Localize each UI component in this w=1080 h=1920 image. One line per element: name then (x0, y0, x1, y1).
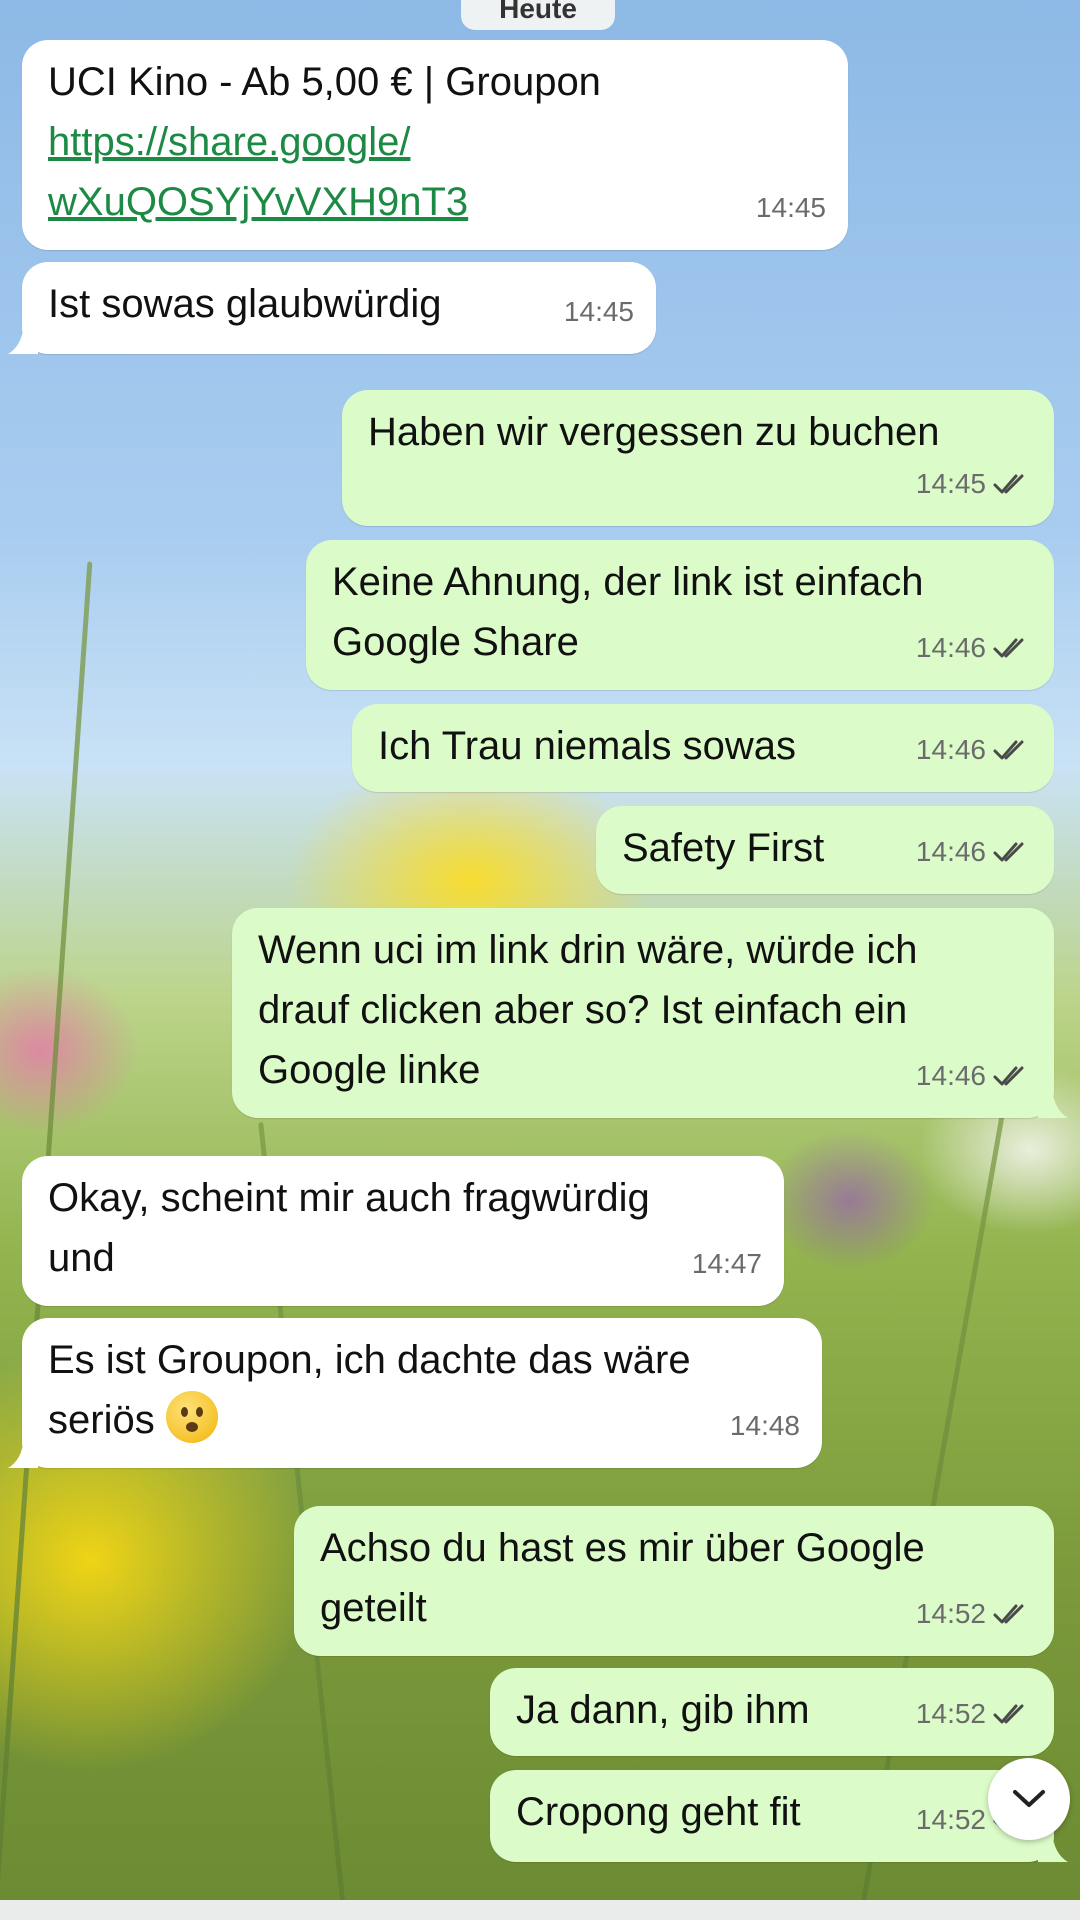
message-text: Okay, scheint mir auch fragwürdig und (48, 1176, 650, 1280)
input-bar-edge (0, 1900, 1080, 1920)
message-outgoing[interactable]: Wenn uci im link drin wäre, würde ich dr… (232, 908, 1068, 1118)
chevron-down-icon (1013, 1790, 1045, 1807)
message-outgoing[interactable]: Safety First 14:46 (596, 806, 1054, 894)
message-meta: 14:45 (756, 178, 826, 238)
read-ticks-icon (993, 1704, 1024, 1724)
message-incoming[interactable]: Okay, scheint mir auch fragwürdig und 14… (22, 1156, 784, 1306)
message-incoming[interactable]: UCI Kino - Ab 5,00 € | Groupon https://s… (22, 40, 848, 250)
message-meta: 14:47 (692, 1234, 762, 1294)
read-ticks-icon (993, 474, 1024, 494)
message-time: 14:46 (915, 836, 986, 867)
read-ticks-icon (993, 638, 1024, 658)
message-outgoing[interactable]: Ja dann, gib ihm 14:52 (490, 1668, 1054, 1756)
read-ticks-icon (993, 740, 1024, 760)
message-incoming[interactable]: Ist sowas glaubwürdig 14:45 (8, 262, 656, 354)
read-ticks-icon (993, 842, 1024, 862)
message-time: 14:48 (729, 1410, 800, 1441)
message-meta: 14:45 (564, 282, 634, 342)
message-meta: 14:45 (916, 454, 1032, 514)
message-time: 14:46 (915, 632, 986, 663)
message-meta: 14:46 (916, 822, 1032, 882)
message-meta: 14:48 (730, 1396, 800, 1456)
message-incoming[interactable]: Es ist Groupon, ich dachte das wäre seri… (8, 1318, 822, 1468)
message-meta: 14:46 (916, 1046, 1032, 1106)
message-time: 14:45 (915, 468, 986, 499)
message-outgoing[interactable]: Achso du hast es mir über Google geteilt… (294, 1506, 1054, 1656)
message-time: 14:52 (915, 1698, 986, 1729)
message-outgoing[interactable]: Keine Ahnung, der link ist einfach Googl… (306, 540, 1054, 690)
message-link[interactable]: https://share.google/ wXuQOSYjYvVXH9nT3 (48, 112, 822, 232)
message-text: Haben wir vergessen zu buchen (368, 410, 940, 454)
read-ticks-icon (993, 1604, 1024, 1624)
bubble-tail (8, 1438, 38, 1468)
read-ticks-icon (993, 1066, 1024, 1086)
message-time: 14:52 (915, 1804, 986, 1835)
message-text: Es ist Groupon, ich dachte das wäre seri… (48, 1338, 691, 1442)
bubble-tail (8, 324, 38, 354)
date-chip: Heute (461, 0, 615, 30)
message-time: 14:52 (915, 1598, 986, 1629)
message-time: 14:45 (563, 296, 634, 327)
anguished-face-emoji-icon (165, 1391, 218, 1443)
message-outgoing[interactable]: Haben wir vergessen zu buchen 14:45 (342, 390, 1054, 526)
scroll-to-bottom-button[interactable] (988, 1758, 1070, 1840)
message-body: Es ist Groupon, ich dachte das wäre seri… (48, 1330, 796, 1450)
message-time: 14:46 (915, 1060, 986, 1091)
message-outgoing[interactable]: Ich Trau niemals sowas 14:46 (352, 704, 1054, 792)
bubble-tail (1038, 1088, 1068, 1118)
message-text: Wenn uci im link drin wäre, würde ich dr… (258, 928, 918, 1092)
message-time: 14:46 (915, 734, 986, 765)
message-meta: 14:52 (916, 1684, 1032, 1744)
message-text: UCI Kino - Ab 5,00 € | Groupon (48, 60, 601, 104)
message-time: 14:47 (691, 1248, 762, 1279)
message-text: Ist sowas glaubwürdig (48, 282, 442, 326)
message-meta: 14:46 (916, 618, 1032, 678)
message-meta: 14:46 (916, 720, 1032, 780)
message-time: 14:45 (755, 192, 826, 223)
message-meta: 14:52 (916, 1584, 1032, 1644)
message-outgoing[interactable]: Cropong geht fit 14:52 (490, 1770, 1068, 1862)
